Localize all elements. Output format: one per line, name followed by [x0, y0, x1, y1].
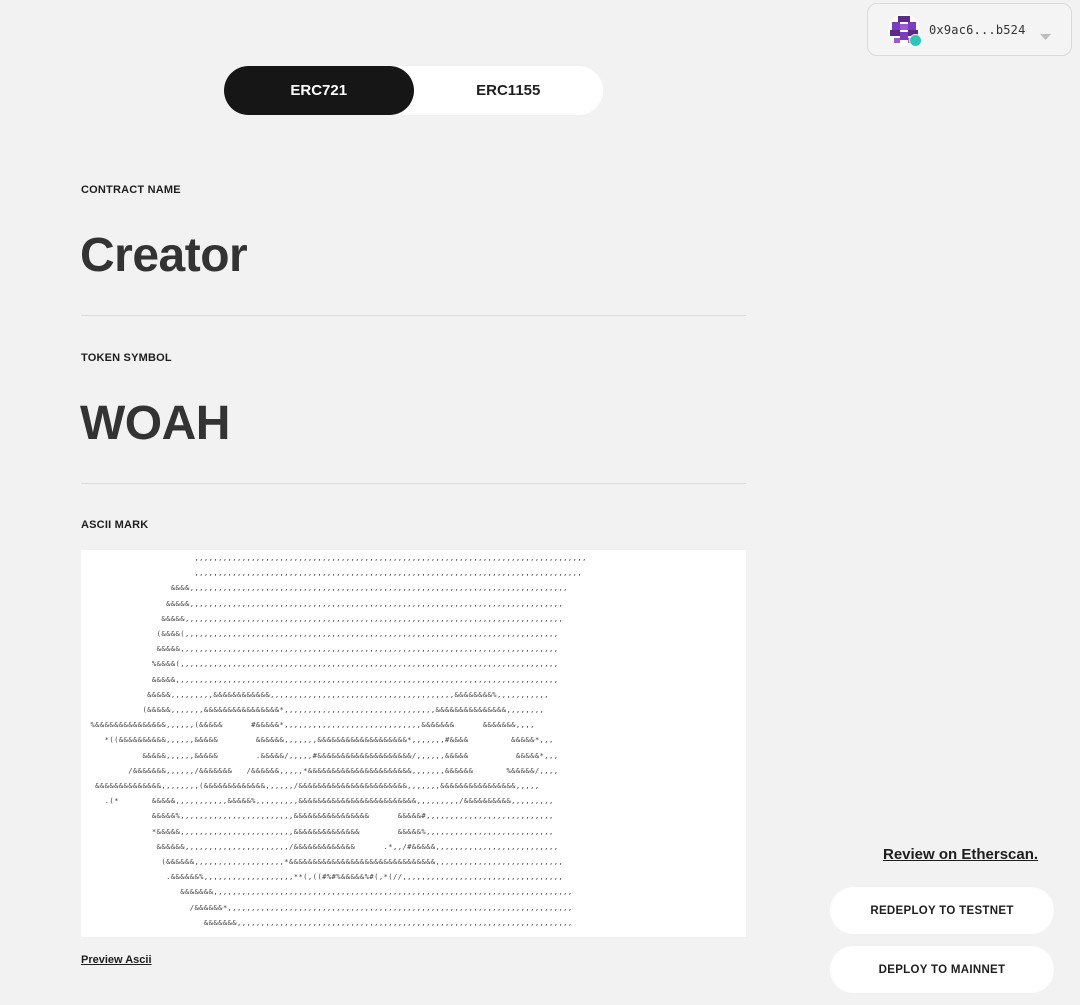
tab-erc721[interactable]: ERC721	[224, 66, 414, 115]
ascii-mark-canvas: ,,,,,,,,,,,,,,,,,,,,,,,,,,,,,,,,,,,,,,,,…	[81, 550, 746, 937]
preview-ascii-link[interactable]: Preview Ascii	[81, 954, 152, 966]
token-symbol-value[interactable]: WOAH	[80, 396, 230, 451]
identicon-avatar	[888, 13, 922, 47]
wallet-address: 0x9ac6...b524	[929, 22, 1026, 37]
contract-name-label: CONTRACT NAME	[81, 184, 181, 196]
wallet-account-selector[interactable]: 0x9ac6...b524	[867, 3, 1072, 56]
connection-status-dot	[909, 33, 922, 47]
divider	[81, 483, 746, 484]
chevron-down-icon[interactable]	[1040, 28, 1051, 46]
divider	[81, 315, 746, 316]
token-standard-toggle: ERC721 ERC1155	[224, 66, 603, 115]
ascii-art: ,,,,,,,,,,,,,,,,,,,,,,,,,,,,,,,,,,,,,,,,…	[90, 553, 587, 927]
contract-name-value[interactable]: Creator	[80, 228, 248, 283]
deploy-mainnet-button[interactable]: DEPLOY TO MAINNET	[830, 946, 1054, 993]
ascii-mark-label: ASCII MARK	[81, 519, 149, 531]
review-on-etherscan-link[interactable]: Review on Etherscan.	[883, 846, 1038, 863]
redeploy-testnet-button[interactable]: REDEPLOY TO TESTNET	[830, 887, 1054, 934]
tab-erc1155[interactable]: ERC1155	[414, 66, 604, 115]
token-symbol-label: TOKEN SYMBOL	[81, 352, 172, 364]
deploy-page: 0x9ac6...b524 ERC721 ERC1155 CONTRACT NA…	[0, 0, 1080, 1005]
